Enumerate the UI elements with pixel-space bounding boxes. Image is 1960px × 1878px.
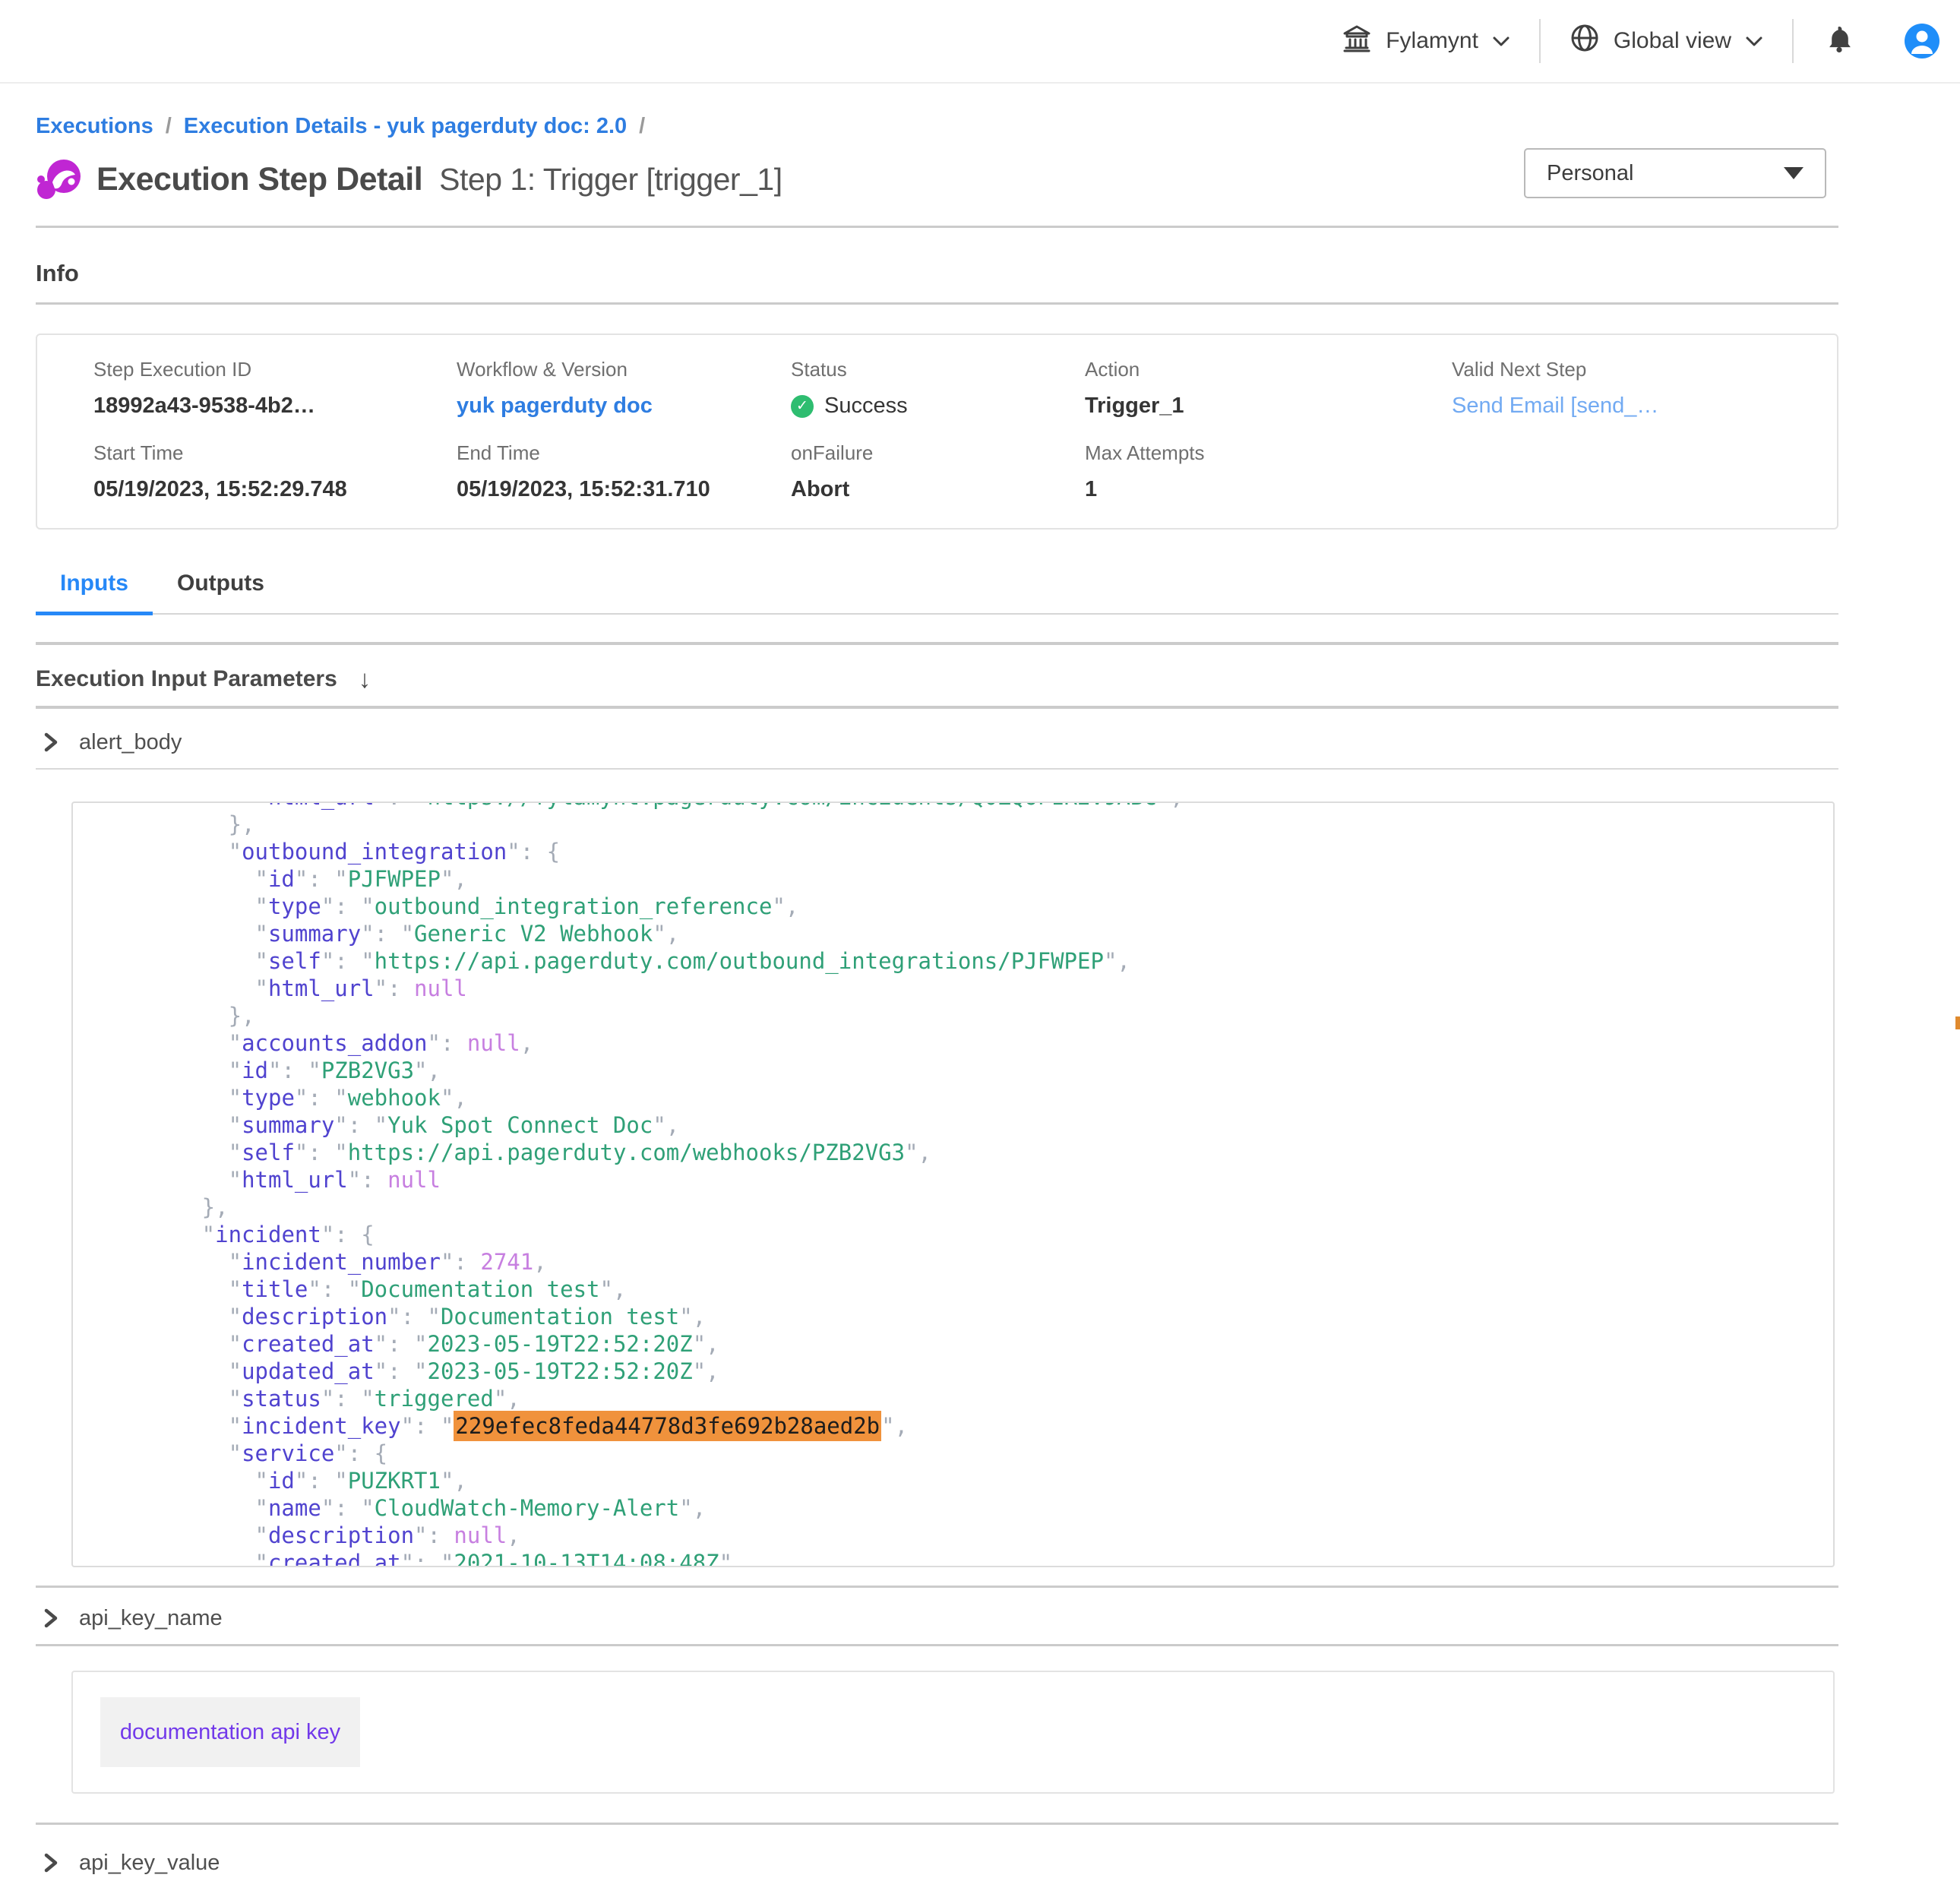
divider [36,706,1838,709]
divider [36,768,1838,770]
scope-select[interactable]: Personal [1524,148,1826,198]
user-avatar[interactable] [1905,24,1939,58]
expander-api-key-value[interactable]: api_key_value [36,1848,1838,1878]
info-heading: Info [36,260,1838,287]
chevron-right-icon [43,1607,59,1630]
field-status: Status ✓ Success [791,358,1085,419]
org-switcher[interactable]: Fylamynt [1342,23,1510,59]
expander-api-key-name[interactable]: api_key_name [36,1603,1838,1633]
page-subtitle: Step 1: Trigger [trigger_1] [439,162,782,198]
scope-select-value: Personal [1547,161,1633,186]
field-valid-next-step: Valid Next Step Send Email [send_… [1452,358,1837,419]
organization-icon [1342,23,1372,59]
tab-inputs[interactable]: Inputs [36,571,153,615]
chevron-right-icon [43,1851,59,1874]
field-start-time: Start Time 05/19/2023, 15:52:29.748 [93,441,457,502]
header-divider [1792,19,1794,63]
expander-alert-body[interactable]: alert_body [36,727,1838,757]
header-actions: Fylamynt Global view [1342,19,1960,63]
next-step-link[interactable]: Send Email [send_… [1452,394,1658,418]
info-card: Step Execution ID 18992a43-9538-4b2… Wor… [36,334,1838,530]
info-grid: Step Execution ID 18992a43-9538-4b2… Wor… [37,335,1837,528]
main-content: Executions / Execution Details - yuk pag… [36,114,1838,1878]
tab-outputs[interactable]: Outputs [153,571,289,613]
breadcrumb-separator: / [166,114,172,139]
breadcrumb-separator: / [639,114,645,139]
json-code: "html_url": "https://fylamynt.pagerduty.… [73,801,1833,1567]
success-check-icon: ✓ [791,395,814,418]
divider [36,226,1838,228]
caret-down-icon [1784,167,1804,179]
chevron-down-icon [1492,28,1510,54]
json-viewer[interactable]: "html_url": "https://fylamynt.pagerduty.… [71,801,1835,1567]
page-title: Execution Step Detail [96,161,422,198]
divider [36,1586,1838,1588]
divider [36,302,1838,305]
param-name: api_key_name [79,1606,223,1631]
header-divider [1539,19,1541,63]
divider [36,1823,1838,1825]
tab-bar: Inputs Outputs [36,571,1838,615]
download-arrow-icon[interactable]: ↓ [359,665,371,694]
view-switcher[interactable]: Global view [1570,23,1763,59]
chevron-right-icon [43,731,59,754]
field-step-execution-id: Step Execution ID 18992a43-9538-4b2… [93,358,457,419]
scrollbar-match-marker[interactable] [1955,1016,1960,1029]
breadcrumb: Executions / Execution Details - yuk pag… [36,114,1838,139]
param-name: alert_body [79,730,182,755]
workflow-logo-icon [36,156,81,202]
section-header: Execution Input Parameters ↓ [36,665,1838,694]
title-row: Execution Step Detail Step 1: Trigger [t… [36,154,1838,204]
param-name: api_key_value [79,1851,220,1876]
globe-icon [1570,23,1600,59]
org-name: Fylamynt [1386,28,1478,54]
divider [36,642,1838,645]
field-action: Action Trigger_1 [1085,358,1452,419]
workflow-link[interactable]: yuk pagerduty doc [457,394,653,418]
breadcrumb-executions[interactable]: Executions [36,114,153,139]
api-key-name-value: documentation api key [100,1697,360,1767]
field-workflow-version: Workflow & Version yuk pagerduty doc [457,358,791,419]
divider [36,1644,1838,1646]
breadcrumb-execution-details[interactable]: Execution Details - yuk pagerduty doc: 2… [184,114,627,139]
field-end-time: End Time 05/19/2023, 15:52:31.710 [457,441,791,502]
field-onfailure: onFailure Abort [791,441,1085,502]
top-bar: Fylamynt Global view [0,0,1960,84]
api-key-name-card: documentation api key [71,1671,1835,1794]
section-title: Execution Input Parameters [36,666,337,692]
view-name: Global view [1614,28,1731,54]
status-value: Success [824,394,908,419]
field-max-attempts: Max Attempts 1 [1085,441,1452,502]
chevron-down-icon [1745,28,1763,54]
notifications-button[interactable] [1822,23,1856,60]
